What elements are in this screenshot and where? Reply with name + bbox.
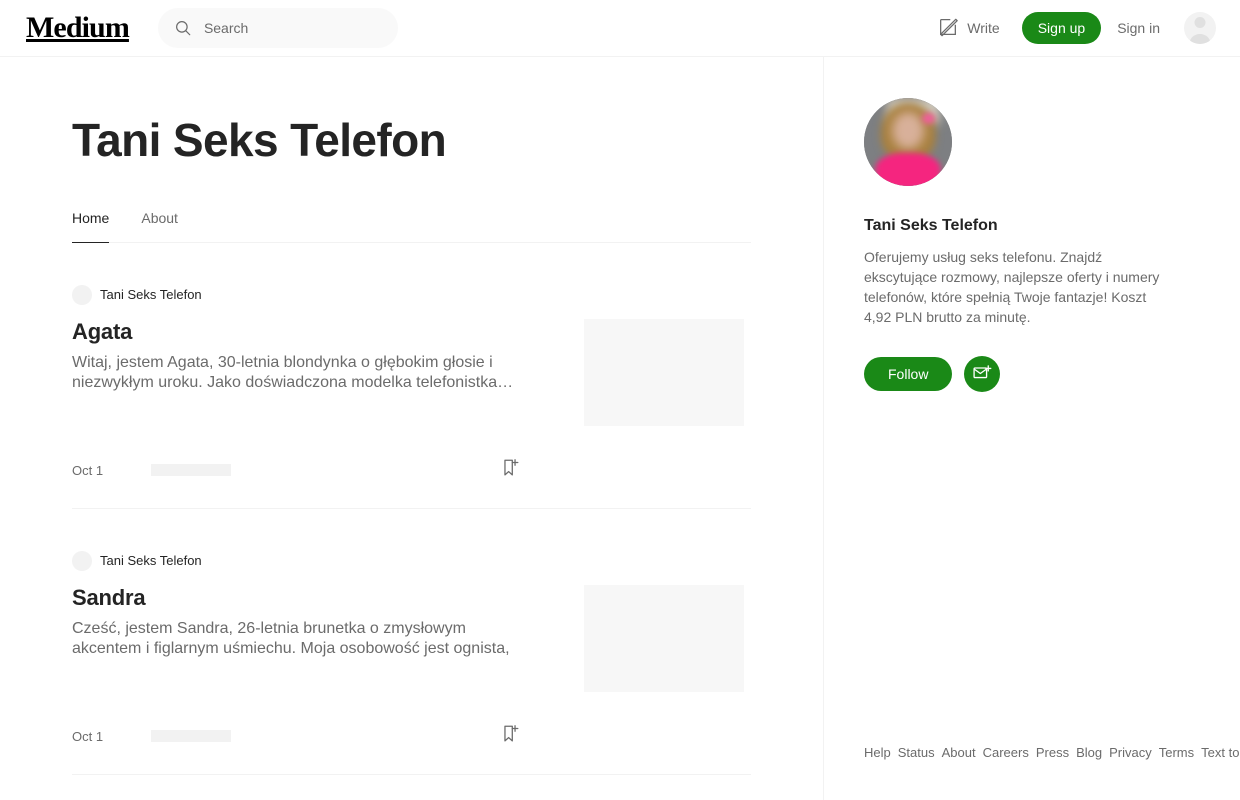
footer-link-press[interactable]: Press [1036,745,1069,760]
story-body: Sandra Cześć, jestem Sandra, 26-letnia b… [72,584,751,692]
bookmark-add-icon[interactable] [499,723,521,750]
page-title: Tani Seks Telefon [72,114,447,166]
story-date: Oct 1 [72,462,104,478]
sidebar-inner: Tani Seks Telefon Oferujemy usług seks t… [864,57,1216,392]
tab-about[interactable]: About [141,210,178,242]
search-box[interactable] [157,8,398,48]
profile-sidebar: Tani Seks Telefon Oferujemy usług seks t… [824,57,1240,800]
footer-link-blog[interactable]: Blog [1076,745,1102,760]
search-input[interactable] [203,20,374,36]
profile-name: Tani Seks Telefon [864,217,998,234]
story-text: Agata Witaj, jestem Agata, 30-letnia blo… [72,319,532,426]
story-meta: Oct 1 [72,723,751,774]
story-thumbnail [584,318,744,426]
story-card[interactable]: Tani Seks Telefon Agata Witaj, jestem Ag… [72,243,751,509]
author-avatar [72,284,92,305]
footer-link-about[interactable]: About [942,745,976,760]
medium-logo[interactable]: Medium [26,11,130,45]
read-time-placeholder [151,730,232,743]
signin-link[interactable]: Sign in [1101,20,1176,36]
story-date: Oct 1 [72,728,104,744]
footer-links: Help Status About Careers Press Blog Privacy Te… [864,745,1240,761]
signup-button[interactable]: Sign up [1021,12,1102,44]
story-card[interactable]: Tani Seks Telefon Sandra Cześć, jestem S… [72,509,751,775]
envelope-plus-icon [972,363,992,386]
story-byline[interactable]: Tani Seks Telefon [72,550,751,571]
footer-link-help[interactable]: Help [864,745,891,760]
footer-link-status[interactable]: Status [898,745,935,760]
story-byline[interactable]: Tani Seks Telefon [72,284,751,305]
header-actions: Write Sign up Sign in [925,12,1216,44]
story-card[interactable]: Tani Seks Telefon Klaudia [72,775,751,800]
story-text: Sandra Cześć, jestem Sandra, 26-letnia b… [72,585,532,692]
photo-face-shape [892,112,924,150]
user-avatar[interactable] [1184,12,1216,44]
story-thumbnail [584,584,744,692]
subscribe-button[interactable] [964,356,1001,392]
story-body: Agata Witaj, jestem Agata, 30-letnia blo… [72,318,751,426]
main-content: Tani Seks Telefon Home About Tani Seks T… [0,57,824,800]
story-title[interactable]: Sandra [72,585,532,611]
pencil-square-icon [937,16,959,41]
profile-tabs: Home About [72,210,751,243]
write-label: Write [967,20,1000,36]
story-excerpt: Witaj, jestem Agata, 30-letnia blondynka… [72,353,514,391]
write-button[interactable]: Write [925,16,1011,41]
read-time-placeholder [151,464,232,477]
story-title[interactable]: Agata [72,319,532,345]
footer-link-privacy[interactable]: Privacy [1109,745,1152,760]
bookmark-add-icon[interactable] [499,457,521,484]
footer-link-careers[interactable]: Careers [983,745,1029,760]
site-header: Medium Write Sign up Sign in [0,0,1240,57]
story-excerpt: Cześć, jestem Sandra, 26-letnia brunetka… [72,619,510,657]
profile-photo[interactable] [864,98,952,186]
author-avatar [72,550,92,571]
author-name: Tani Seks Telefon [100,287,202,303]
photo-shirt-shape [875,152,941,186]
search-icon [174,19,192,37]
tab-home[interactable]: Home [72,210,110,243]
footer-link-terms[interactable]: Terms [1159,745,1194,760]
profile-actions: Follow [864,356,1216,392]
avatar-head-shape [1194,17,1206,28]
page-body: Tani Seks Telefon Home About Tani Seks T… [0,57,1240,800]
author-name: Tani Seks Telefon [100,553,202,569]
avatar-body-shape [1189,34,1211,44]
follow-button[interactable]: Follow [864,357,953,391]
profile-bio: Oferujemy usług seks telefonu. Znajdź ek… [864,249,1160,325]
story-meta: Oct 1 [72,457,751,508]
footer-link-text-to-speech[interactable]: Text to speech [1201,745,1240,760]
